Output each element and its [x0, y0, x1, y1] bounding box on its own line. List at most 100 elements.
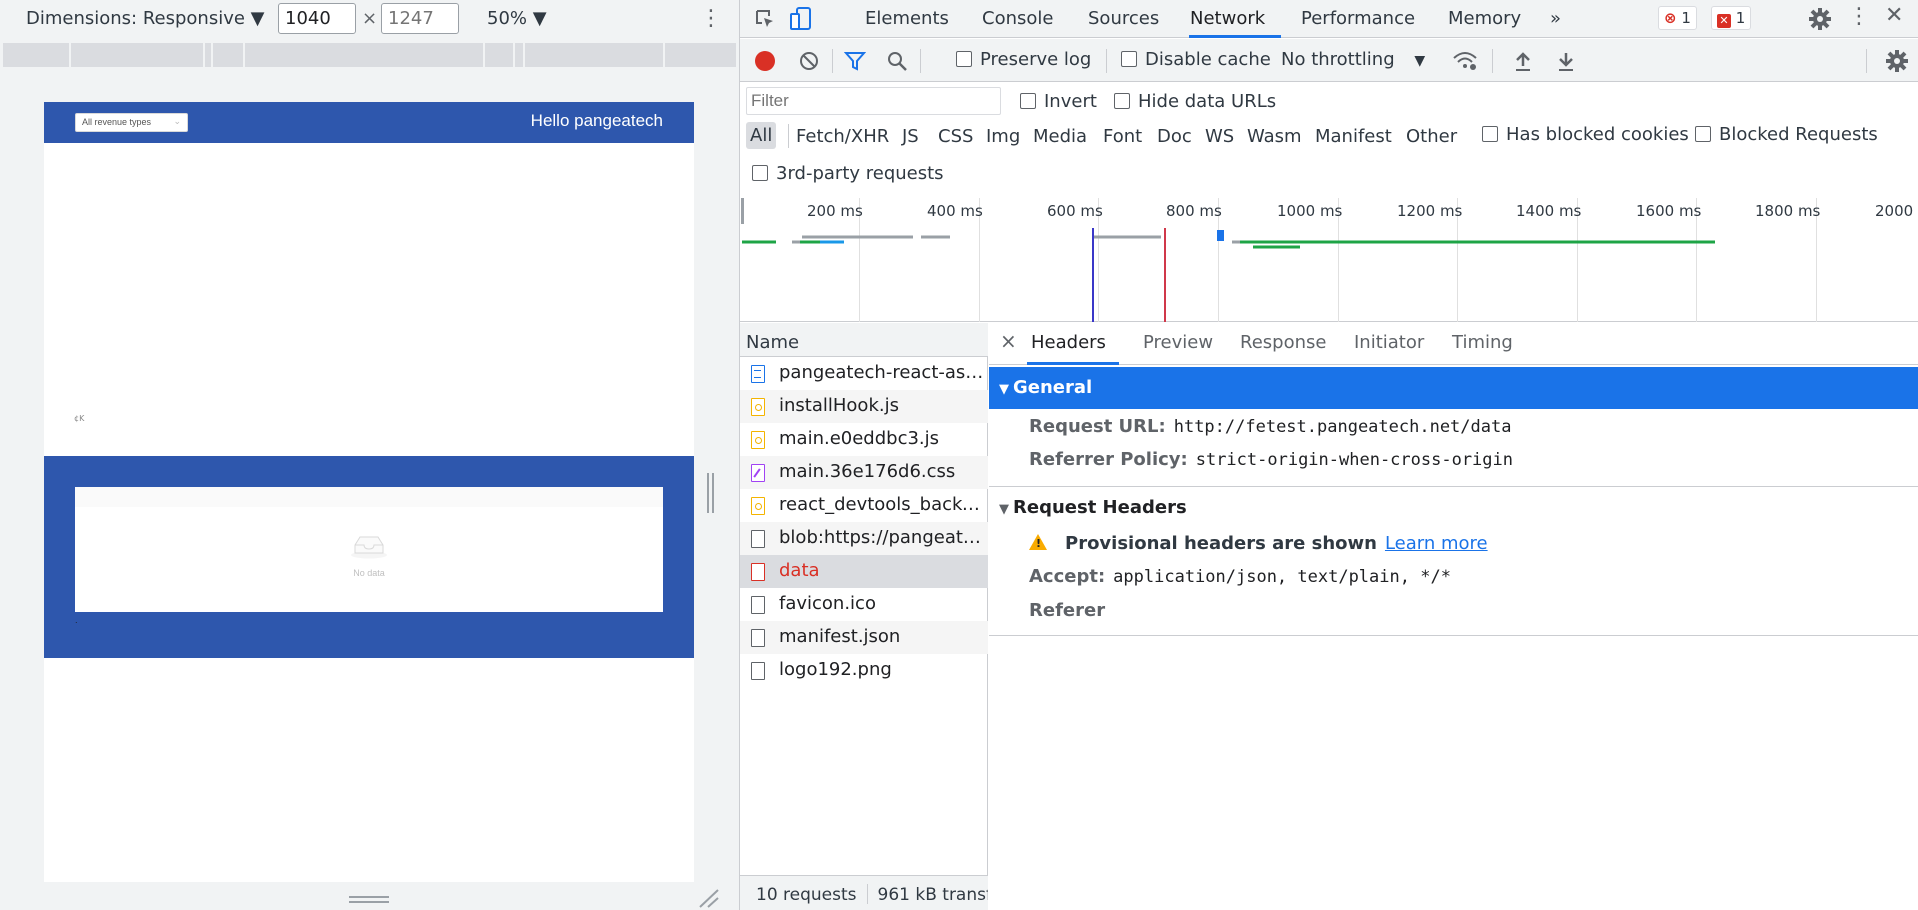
- accept-value: application/json, text/plain, */*: [1113, 567, 1451, 587]
- clear-icon[interactable]: [798, 50, 820, 72]
- request-name: installHook.js: [779, 395, 899, 416]
- learn-more-link[interactable]: Learn more: [1385, 533, 1488, 554]
- checkbox-icon: [752, 165, 768, 181]
- resize-handle-right-icon[interactable]: [705, 473, 715, 513]
- type-filter-wasm[interactable]: Wasm: [1247, 126, 1302, 147]
- type-filter-fetch-xhr[interactable]: Fetch/XHR: [796, 126, 889, 147]
- invert-checkbox[interactable]: Invert: [1020, 91, 1097, 112]
- type-filter-ws[interactable]: WS: [1205, 126, 1234, 147]
- type-filter-img[interactable]: Img: [986, 126, 1020, 147]
- filter-icon[interactable]: [844, 50, 866, 72]
- zoom-dropdown[interactable]: 50% ▼: [487, 8, 547, 29]
- request-row[interactable]: react_devtools_backend.js: [740, 489, 988, 522]
- request-row[interactable]: logo192.png: [740, 654, 988, 687]
- request-headers-section-header[interactable]: ▼ Request Headers: [999, 497, 1187, 518]
- network-conditions-icon[interactable]: [1452, 50, 1478, 72]
- devtools-menu-icon[interactable]: ⋮: [1848, 4, 1870, 29]
- network-overview-timeline[interactable]: 200 ms 400 ms 600 ms 800 ms 1000 ms 1200…: [740, 198, 1918, 322]
- has-blocked-cookies-checkbox[interactable]: Has blocked cookies: [1482, 124, 1689, 145]
- devtools-panel: Elements Console Sources Network Perform…: [739, 0, 1918, 910]
- search-icon[interactable]: [886, 50, 908, 72]
- more-options-icon[interactable]: ⋮: [700, 6, 722, 31]
- errors-badge[interactable]: ⊗ 1: [1658, 6, 1697, 30]
- inspect-element-icon[interactable]: [754, 8, 776, 30]
- tab-elements[interactable]: Elements: [865, 8, 949, 29]
- preserve-log-checkbox[interactable]: Preserve log: [956, 49, 1091, 70]
- type-filter-css[interactable]: CSS: [938, 126, 973, 147]
- name-column-header[interactable]: Name: [740, 323, 988, 357]
- network-settings-gear-icon[interactable]: [1885, 49, 1909, 73]
- third-party-requests-label: 3rd-party requests: [776, 163, 944, 184]
- type-filter-font[interactable]: Font: [1103, 126, 1142, 147]
- accept-key: Accept:: [1029, 566, 1106, 587]
- close-detail-icon[interactable]: ×: [1000, 329, 1017, 353]
- invert-label: Invert: [1044, 91, 1097, 112]
- width-input[interactable]: [278, 3, 356, 34]
- dimensions-dropdown[interactable]: Dimensions: Responsive ▼: [26, 8, 265, 29]
- resize-handle-bottom-icon[interactable]: [349, 894, 389, 904]
- tab-preview[interactable]: Preview: [1143, 332, 1213, 353]
- type-filter-all[interactable]: All: [746, 122, 777, 149]
- request-name: pangeatech-react-assignment: [779, 362, 988, 383]
- request-row[interactable]: favicon.ico: [740, 588, 988, 621]
- chart-placeholder-text: ¢K: [74, 414, 85, 423]
- devtools-tab-bar: Elements Console Sources Network Perform…: [740, 0, 1918, 38]
- warning-icon: [1029, 534, 1047, 550]
- resize-corner-icon[interactable]: [698, 888, 720, 908]
- tab-performance[interactable]: Performance: [1301, 8, 1415, 29]
- tab-network[interactable]: Network: [1190, 8, 1265, 29]
- third-party-requests-checkbox[interactable]: 3rd-party requests: [752, 163, 944, 184]
- tab-headers[interactable]: Headers: [1031, 332, 1106, 353]
- revenue-type-select[interactable]: All revenue types ⌄: [75, 113, 188, 132]
- media-query-bar[interactable]: [3, 43, 736, 67]
- issues-badge[interactable]: ✕ 1: [1711, 6, 1752, 30]
- close-devtools-icon[interactable]: ✕: [1885, 3, 1903, 28]
- tab-response[interactable]: Response: [1240, 332, 1326, 353]
- request-row[interactable]: pangeatech-react-assignment: [740, 357, 988, 390]
- request-list: Name pangeatech-react-assignment install…: [740, 323, 988, 910]
- app-header: All revenue types ⌄ Hello pangeatech: [44, 102, 694, 143]
- import-har-icon[interactable]: [1513, 50, 1533, 72]
- type-filter-manifest[interactable]: Manifest: [1315, 126, 1392, 147]
- throttling-select[interactable]: No throttling ▼: [1281, 49, 1425, 70]
- stylesheet-file-icon: [751, 464, 765, 482]
- request-row[interactable]: manifest.json: [740, 621, 988, 654]
- generic-file-icon: [751, 629, 765, 647]
- request-name: blob:https://pangeatech: [779, 527, 988, 548]
- tab-initiator[interactable]: Initiator: [1354, 332, 1424, 353]
- request-row[interactable]: blob:https://pangeatech: [740, 522, 988, 555]
- provisional-headers-warning: Provisional headers are shown Learn more: [1029, 533, 1488, 554]
- export-har-icon[interactable]: [1556, 50, 1576, 72]
- tab-console[interactable]: Console: [982, 8, 1053, 29]
- tab-memory[interactable]: Memory: [1448, 8, 1521, 29]
- settings-gear-icon[interactable]: [1808, 7, 1832, 31]
- request-row-selected[interactable]: data: [740, 555, 988, 588]
- more-tabs-icon[interactable]: »: [1550, 8, 1561, 29]
- disable-cache-checkbox[interactable]: Disable cache: [1121, 49, 1271, 70]
- generic-file-icon: [751, 530, 765, 548]
- type-filter-media[interactable]: Media: [1033, 126, 1087, 147]
- referer-key: Referer: [1029, 600, 1106, 621]
- blocked-requests-checkbox[interactable]: Blocked Requests: [1695, 124, 1878, 145]
- section-divider: [989, 486, 1918, 487]
- device-toggle-icon[interactable]: [790, 6, 812, 32]
- document-file-icon: [751, 365, 765, 383]
- type-filter-other[interactable]: Other: [1406, 126, 1457, 147]
- general-section-header[interactable]: ▼ General: [989, 367, 1918, 409]
- active-detail-tab-indicator: [1027, 362, 1119, 365]
- record-icon[interactable]: [754, 50, 776, 72]
- checkbox-icon: [1482, 126, 1498, 142]
- request-row[interactable]: installHook.js: [740, 390, 988, 423]
- hide-data-urls-checkbox[interactable]: Hide data URLs: [1114, 91, 1276, 112]
- type-filter-js[interactable]: JS: [902, 126, 919, 147]
- filter-input[interactable]: [746, 87, 1001, 115]
- tab-timing[interactable]: Timing: [1452, 332, 1513, 353]
- request-row[interactable]: main.e0eddbc3.js: [740, 423, 988, 456]
- type-filter-doc[interactable]: Doc: [1157, 126, 1192, 147]
- request-row[interactable]: main.36e176d6.css: [740, 456, 988, 489]
- status-separator: [866, 884, 868, 904]
- referrer-policy-value: strict-origin-when-cross-origin: [1195, 450, 1513, 470]
- tab-sources[interactable]: Sources: [1088, 8, 1159, 29]
- checkbox-icon: [956, 51, 972, 67]
- height-input[interactable]: [381, 3, 459, 34]
